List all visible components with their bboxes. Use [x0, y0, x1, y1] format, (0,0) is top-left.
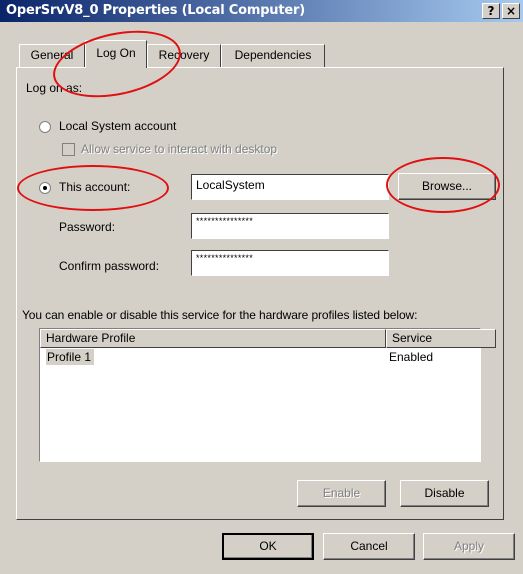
allow-interact-checkbox[interactable] — [62, 143, 75, 156]
password-label: Password: — [59, 220, 116, 234]
ok-button[interactable]: OK — [222, 533, 314, 560]
window-title: OperSrvV8_0 Properties (Local Computer) — [6, 3, 305, 18]
cancel-button[interactable]: Cancel — [323, 533, 415, 560]
confirm-password-label: Confirm password: — [59, 259, 160, 273]
tab-recovery-label: Recovery — [158, 48, 210, 62]
column-header-service[interactable]: Service — [386, 329, 496, 348]
close-button[interactable]: × — [502, 3, 520, 19]
table-row[interactable]: Profile 1 Enabled — [42, 349, 478, 366]
log-on-as-heading: Log on as: — [26, 81, 83, 95]
hardware-profiles-description: You can enable or disable this service f… — [22, 308, 418, 322]
help-button[interactable]: ? — [482, 3, 500, 19]
local-system-radio[interactable] — [39, 121, 51, 133]
apply-button[interactable]: Apply — [423, 533, 515, 560]
enable-button[interactable]: Enable — [297, 480, 386, 507]
radio-selected-dot — [43, 186, 47, 190]
local-system-label[interactable]: Local System account — [59, 119, 176, 133]
browse-button[interactable]: Browse... — [398, 173, 496, 200]
confirm-password-field[interactable]: *************** — [191, 250, 389, 276]
this-account-label[interactable]: This account: — [59, 180, 130, 194]
title-bar[interactable]: OperSrvV8_0 Properties (Local Computer) … — [0, 0, 523, 22]
properties-dialog: OperSrvV8_0 Properties (Local Computer) … — [0, 0, 523, 574]
profile-cell: Profile 1 — [46, 349, 95, 365]
tab-general-label: General — [30, 48, 74, 62]
column-header-hardware-profile[interactable]: Hardware Profile — [40, 329, 386, 348]
log-on-panel: Log on as: Local System account Allow se… — [16, 67, 504, 520]
disable-button[interactable]: Disable — [400, 480, 489, 507]
tab-log-on[interactable]: Log On — [85, 40, 147, 68]
hardware-profile-list[interactable]: Hardware Profile Service Profile 1 Enabl… — [39, 328, 496, 462]
this-account-radio[interactable] — [39, 182, 51, 194]
tab-recovery[interactable]: Recovery — [147, 44, 221, 67]
tab-dependencies[interactable]: Dependencies — [221, 44, 325, 67]
account-input[interactable]: LocalSystem — [191, 174, 389, 200]
service-cell: Enabled — [389, 350, 434, 364]
tab-general[interactable]: General — [19, 44, 85, 67]
password-field[interactable]: *************** — [191, 213, 389, 239]
tab-dependencies-label: Dependencies — [234, 48, 312, 62]
tab-log-on-label: Log On — [96, 46, 136, 60]
allow-interact-label: Allow service to interact with desktop — [81, 142, 278, 156]
